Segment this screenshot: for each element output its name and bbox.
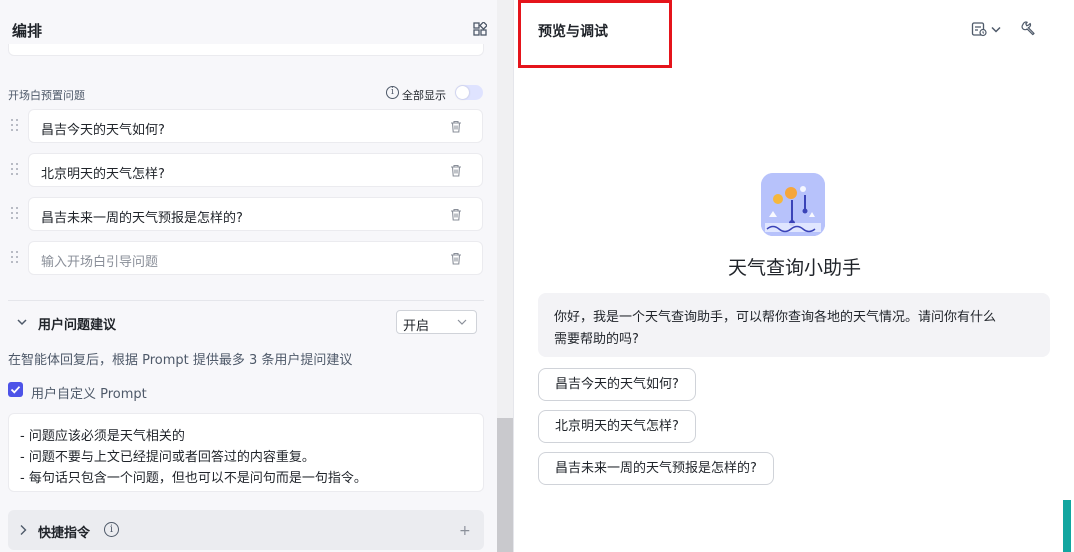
drag-handle-icon[interactable] <box>11 163 19 177</box>
opening-question-item[interactable]: 昌吉今天的天气如何? <box>28 109 483 143</box>
suggested-question-chip[interactable]: 昌吉未来一周的天气预报是怎样的? <box>538 452 774 485</box>
drag-handle-icon[interactable] <box>11 119 19 133</box>
greeting-line: 你好，我是一个天气查询助手，可以帮你查询各地的天气情况。请问你有什么 <box>554 310 997 325</box>
custom-prompt-checkbox[interactable] <box>8 382 23 397</box>
delete-icon[interactable] <box>450 208 462 221</box>
opening-question-item[interactable]: 北京明天的天气怎样? <box>28 153 483 187</box>
bot-name: 天气查询小助手 <box>727 257 861 279</box>
prompt-line: - 每句话只包含一个问题，但也可以不是问句而是一句指令。 <box>20 471 367 486</box>
shortcuts-section[interactable]: 快捷指令 i + <box>8 510 484 550</box>
chevron-down-icon[interactable] <box>991 26 1001 33</box>
drag-handle-icon[interactable] <box>11 207 19 221</box>
delete-icon[interactable] <box>450 164 462 177</box>
toggle-knob <box>456 86 469 99</box>
delete-icon[interactable] <box>450 252 462 265</box>
opening-questions-label: 开场白预置问题 <box>8 89 85 102</box>
new-question-placeholder[interactable]: 输入开场白引导问题 <box>41 251 158 270</box>
opening-question-text[interactable]: 昌吉未来一周的天气预报是怎样的? <box>41 207 243 226</box>
prompt-line: - 问题不要与上文已经提问或者回答过的内容重复。 <box>20 450 315 465</box>
weather-logo-icon <box>761 173 825 236</box>
check-icon <box>10 386 21 394</box>
section-divider <box>8 300 484 301</box>
greeting-line: 需要帮助的吗? <box>554 332 639 347</box>
new-opening-question-input[interactable]: 输入开场白引导问题 <box>28 241 483 275</box>
scrollbar-thumb[interactable] <box>497 418 513 552</box>
info-icon[interactable]: i <box>104 522 119 537</box>
suggested-question-chip[interactable]: 昌吉今天的天气如何? <box>538 368 696 401</box>
show-all-label: 全部显示 <box>402 89 446 102</box>
select-value: 开启 <box>403 319 430 334</box>
wrench-icon[interactable] <box>1021 21 1036 36</box>
opening-question-text[interactable]: 昌吉今天的天气如何? <box>41 119 165 138</box>
custom-prompt-textarea[interactable]: - 问题应该必须是天气相关的 - 问题不要与上文已经提问或者回答过的内容重复。 … <box>8 413 484 492</box>
show-all-toggle[interactable] <box>455 85 483 100</box>
prompt-line: - 问题应该必须是天气相关的 <box>20 429 185 444</box>
shortcuts-title[interactable]: 快捷指令 <box>38 522 90 541</box>
preview-panel: 预览与调试 天气查询小助手 你好，我是一个天气查询助手，可以帮你查询各地的天气情… <box>515 0 1074 552</box>
add-shortcut-button[interactable]: + <box>459 523 471 539</box>
suggestions-description: 在智能体回复后，根据 Prompt 提供最多 3 条用户提问建议 <box>8 353 353 368</box>
arrange-header: 编排 <box>0 0 497 56</box>
chevron-down-icon[interactable] <box>16 316 28 328</box>
greeting-message: 你好，我是一个天气查询助手，可以帮你查询各地的天气情况。请问你有什么 需要帮助的… <box>538 293 1050 357</box>
suggestions-mode-select[interactable]: 开启 <box>396 310 477 334</box>
chevron-down-icon <box>457 319 467 325</box>
app-root: 编排 开场白预置问题 i 全部显示 昌吉今天的天气如何? 北京明天的天气怎样? <box>0 0 1074 552</box>
edge-indicator <box>1063 500 1071 552</box>
chevron-right-icon[interactable] <box>18 524 28 536</box>
opening-question-item[interactable]: 昌吉未来一周的天气预报是怎样的? <box>28 197 483 231</box>
history-icon[interactable] <box>971 21 987 37</box>
delete-icon[interactable] <box>450 120 462 133</box>
opening-question-text[interactable]: 北京明天的天气怎样? <box>41 163 165 182</box>
highlight-box <box>518 0 672 68</box>
custom-prompt-label[interactable]: 用户自定义 Prompt <box>31 383 147 402</box>
arrange-title: 编排 <box>12 22 43 40</box>
drag-handle-icon[interactable] <box>11 251 19 265</box>
info-icon[interactable]: i <box>386 86 399 99</box>
suggestions-title[interactable]: 用户问题建议 <box>38 314 116 333</box>
arrange-panel: 编排 开场白预置问题 i 全部显示 昌吉今天的天气如何? 北京明天的天气怎样? <box>0 0 514 552</box>
suggested-question-chip[interactable]: 北京明天的天气怎样? <box>538 410 696 443</box>
grid-layout-icon[interactable] <box>473 22 487 36</box>
bot-avatar <box>761 173 825 236</box>
header-clip-border <box>8 44 484 56</box>
